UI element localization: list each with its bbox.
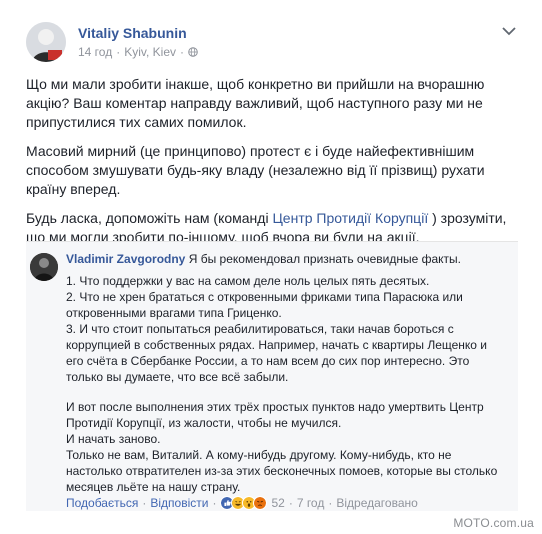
comment-point: 3. И что стоит попытаться реабилитироват… xyxy=(66,322,488,384)
reactions-count[interactable]: 52 xyxy=(271,496,284,510)
separator-dot: · xyxy=(328,496,333,510)
chevron-down-icon[interactable] xyxy=(502,26,516,36)
post-paragraph: Що ми мали зробити інакше, щоб конкретно… xyxy=(26,76,485,130)
comment-actions: Подобається · Відповісти · 52 · 7 год · … xyxy=(66,496,418,510)
separator-dot: · xyxy=(142,496,147,510)
reply-button[interactable]: Відповісти xyxy=(150,496,208,510)
separator-dot: · xyxy=(180,45,185,59)
comment-time[interactable]: 7 год xyxy=(297,496,325,510)
comment-closing: И начать заново. xyxy=(66,432,161,446)
post-meta: 14 год · Kyiv, Kiev · xyxy=(78,45,198,59)
edited-label[interactable]: Відредаговано xyxy=(336,496,417,510)
post-body: Що ми мали зробити інакше, щоб конкретно… xyxy=(26,75,516,257)
comment-body: Vladimir Zavgorodny Я бы рекомендовал пр… xyxy=(66,251,506,495)
globe-icon xyxy=(188,47,198,57)
comment-point: 1. Что поддержки у вас на самом деле нол… xyxy=(66,274,430,288)
comment-intro: Я бы рекомендовал признать очевидные фак… xyxy=(188,252,461,266)
post-text-fragment: Будь ласка, допоможіть нам (команді xyxy=(26,210,273,226)
site-watermark: MOTO.com.ua xyxy=(453,516,534,530)
post-time[interactable]: 14 год xyxy=(78,45,112,59)
comment-closing: Только не вам, Виталий. А кому-нибудь др… xyxy=(66,448,498,494)
separator-dot: · xyxy=(212,496,217,510)
post-author-name[interactable]: Vitaliy Shabunin xyxy=(78,25,187,41)
facebook-post: Vitaliy Shabunin 14 год · Kyiv, Kiev · Щ… xyxy=(0,0,542,534)
page-link[interactable]: Центр Протидії Корупції xyxy=(272,210,428,226)
reactions-summary[interactable] xyxy=(220,496,268,510)
comment-spacer xyxy=(66,385,506,399)
comment: Vladimir Zavgorodny Я бы рекомендовал пр… xyxy=(26,241,518,511)
separator-dot: · xyxy=(288,496,293,510)
like-button[interactable]: Подобається xyxy=(66,496,138,510)
commenter-avatar[interactable] xyxy=(30,253,58,281)
separator-dot: · xyxy=(116,45,121,59)
comment-author-name[interactable]: Vladimir Zavgorodny xyxy=(66,252,185,266)
comment-intro-line: Vladimir Zavgorodny Я бы рекомендовал пр… xyxy=(66,251,506,267)
post-location[interactable]: Kyiv, Kiev xyxy=(124,45,176,59)
comment-point: 2. Что не хрен брататься с откровенными … xyxy=(66,290,463,320)
post-paragraph: Масовий мирний (це принципово) протест є… xyxy=(26,143,485,197)
angry-reaction-icon xyxy=(253,496,268,510)
comment-closing: И вот после выполнения этих трёх простых… xyxy=(66,400,484,430)
author-avatar[interactable] xyxy=(26,22,66,62)
